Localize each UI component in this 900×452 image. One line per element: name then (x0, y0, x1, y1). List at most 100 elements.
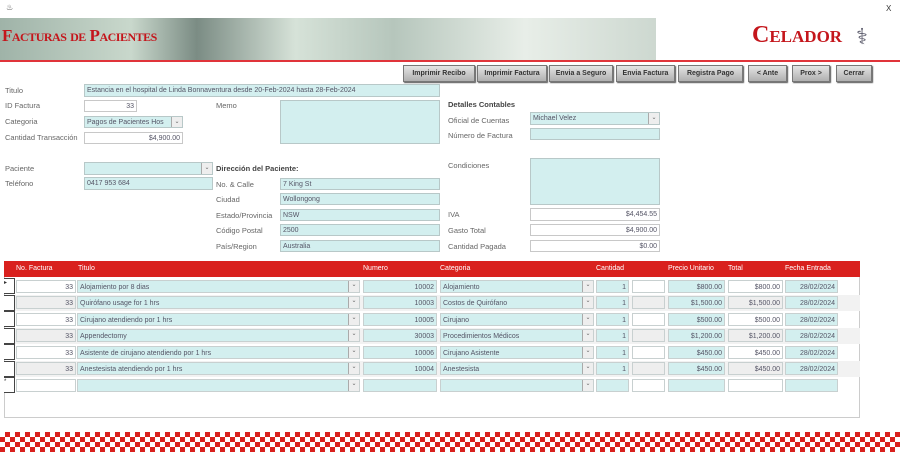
cell-titulo[interactable]: Alojamiento por 8 dias ⌄ (77, 279, 360, 293)
cell-blank[interactable] (632, 378, 665, 392)
cell-factura[interactable]: 33 (16, 312, 76, 326)
calle-field[interactable]: 7 King St (280, 178, 440, 190)
cell-titulo[interactable]: ⌄ (77, 378, 360, 392)
chevron-down-icon[interactable]: ⌄ (582, 363, 593, 374)
chevron-down-icon[interactable]: ⌄ (348, 313, 359, 325)
cell-numero[interactable]: 10006 (363, 345, 437, 359)
cell-cantidad[interactable]: 1 (596, 345, 629, 359)
cell-cantidad[interactable] (596, 378, 629, 392)
cell-total[interactable] (728, 378, 783, 392)
titulo-field[interactable]: Estancia en el hospital de Linda Bonnave… (84, 84, 440, 97)
cell-total[interactable]: $450.00 (728, 345, 783, 359)
cell-titulo[interactable]: Quirófano usage for 1 hrs ⌄ (77, 296, 360, 309)
record-selector[interactable] (4, 311, 15, 327)
cell-categoria[interactable]: Cirujano Asistente ⌄ (440, 345, 594, 359)
imprimir-factura-button[interactable]: Imprimir Factura (477, 65, 547, 82)
imprimir-recibo-button[interactable]: Imprimir Recibo (403, 65, 475, 82)
cp-field[interactable]: 2500 (280, 224, 440, 236)
chevron-down-icon[interactable]: ⌄ (648, 113, 659, 124)
chevron-down-icon[interactable]: ⌄ (582, 280, 593, 292)
cell-titulo[interactable]: Appendectomy ⌄ (77, 329, 360, 342)
record-selector[interactable]: ▸ (4, 278, 15, 294)
cell-numero[interactable]: 10005 (363, 312, 437, 326)
ciudad-field[interactable]: Wollongong (280, 193, 440, 205)
cell-categoria[interactable]: Anestesista ⌄ (440, 362, 594, 375)
close-icon[interactable]: X (886, 4, 891, 13)
cell-fecha[interactable]: 28/02/2024 (785, 345, 838, 359)
cell-factura[interactable]: 33 (16, 329, 76, 342)
id-field[interactable]: 33 (84, 100, 137, 112)
cell-total[interactable]: $800.00 (728, 279, 783, 293)
cerrar-button[interactable]: Cerrar (836, 65, 872, 82)
cell-cantidad[interactable]: 1 (596, 279, 629, 293)
numfact-field[interactable] (530, 128, 660, 140)
chevron-down-icon[interactable]: ⌄ (348, 280, 359, 292)
condiciones-field[interactable] (530, 158, 660, 205)
gasto-field[interactable]: $4,900.00 (530, 224, 660, 236)
chevron-down-icon[interactable]: ⌄ (582, 330, 593, 341)
telefono-field[interactable]: 0417 953 684 (84, 177, 213, 190)
cell-precio[interactable]: $450.00 (668, 362, 725, 375)
cell-blank[interactable] (632, 296, 665, 309)
cell-precio[interactable]: $1,500.00 (668, 296, 725, 309)
chevron-down-icon[interactable]: ⌄ (348, 363, 359, 374)
cell-fecha[interactable] (785, 378, 838, 392)
cell-titulo[interactable]: Asistente de cirujano atendiendo por 1 h… (77, 345, 360, 359)
record-selector[interactable] (4, 294, 15, 311)
cell-blank[interactable] (632, 329, 665, 342)
cell-precio[interactable]: $1,200.00 (668, 329, 725, 342)
cell-precio[interactable]: $450.00 (668, 345, 725, 359)
pagada-field[interactable]: $0.00 (530, 240, 660, 252)
chevron-down-icon[interactable]: ⌄ (348, 330, 359, 341)
cell-numero[interactable] (363, 378, 437, 392)
cell-blank[interactable] (632, 345, 665, 359)
chevron-down-icon[interactable]: ⌄ (201, 163, 212, 174)
cell-cantidad[interactable]: 1 (596, 296, 629, 309)
cell-factura[interactable] (16, 378, 76, 392)
cell-categoria[interactable]: Alojamiento ⌄ (440, 279, 594, 293)
cell-total[interactable]: $1,200.00 (728, 329, 783, 342)
cell-fecha[interactable]: 28/02/2024 (785, 362, 838, 375)
registra-pago-button[interactable]: Registra Pago (678, 65, 743, 82)
cell-fecha[interactable]: 28/02/2024 (785, 296, 838, 309)
cell-blank[interactable] (632, 312, 665, 326)
iva-field[interactable]: $4,454.55 (530, 208, 660, 221)
previous-record-button[interactable]: < Ante (748, 65, 787, 82)
cell-cantidad[interactable]: 1 (596, 362, 629, 375)
cell-numero[interactable]: 10003 (363, 296, 437, 309)
cell-precio[interactable]: $500.00 (668, 312, 725, 326)
cell-titulo[interactable]: Cirujano atendiendo por 1 hrs ⌄ (77, 312, 360, 326)
cell-cantidad[interactable]: 1 (596, 329, 629, 342)
chevron-down-icon[interactable]: ⌄ (582, 379, 593, 391)
cell-fecha[interactable]: 28/02/2024 (785, 329, 838, 342)
cell-factura[interactable]: 33 (16, 279, 76, 293)
memo-field[interactable] (280, 100, 440, 144)
cell-numero[interactable]: 10002 (363, 279, 437, 293)
cell-titulo[interactable]: Anestesista atendiendo por 1 hrs ⌄ (77, 362, 360, 375)
cell-cantidad[interactable]: 1 (596, 312, 629, 326)
cell-total[interactable]: $500.00 (728, 312, 783, 326)
cell-fecha[interactable]: 28/02/2024 (785, 312, 838, 326)
chevron-down-icon[interactable]: ⌄ (348, 297, 359, 308)
cell-categoria[interactable]: Cirujano ⌄ (440, 312, 594, 326)
cell-numero[interactable]: 30003 (363, 329, 437, 342)
categoria-field[interactable]: Pagos de Pacientes Hos ⌄ (84, 116, 183, 128)
cell-precio[interactable]: $800.00 (668, 279, 725, 293)
cell-blank[interactable] (632, 279, 665, 293)
chevron-down-icon[interactable]: ⌄ (582, 346, 593, 358)
cell-total[interactable]: $450.00 (728, 362, 783, 375)
chevron-down-icon[interactable]: ⌄ (582, 313, 593, 325)
cell-factura[interactable]: 33 (16, 345, 76, 359)
record-selector[interactable] (4, 360, 15, 377)
cell-factura[interactable]: 33 (16, 362, 76, 375)
chevron-down-icon[interactable]: ⌄ (348, 379, 359, 391)
cell-factura[interactable]: 33 (16, 296, 76, 309)
cell-categoria[interactable]: Costos de Quirófano ⌄ (440, 296, 594, 309)
chevron-down-icon[interactable]: ⌄ (582, 297, 593, 308)
estado-field[interactable]: NSW (280, 209, 440, 221)
record-selector[interactable] (4, 327, 15, 344)
cell-precio[interactable] (668, 378, 725, 392)
next-record-button[interactable]: Prox > (792, 65, 830, 82)
cell-categoria[interactable]: Procedimientos Médicos ⌄ (440, 329, 594, 342)
cell-fecha[interactable]: 28/02/2024 (785, 279, 838, 293)
